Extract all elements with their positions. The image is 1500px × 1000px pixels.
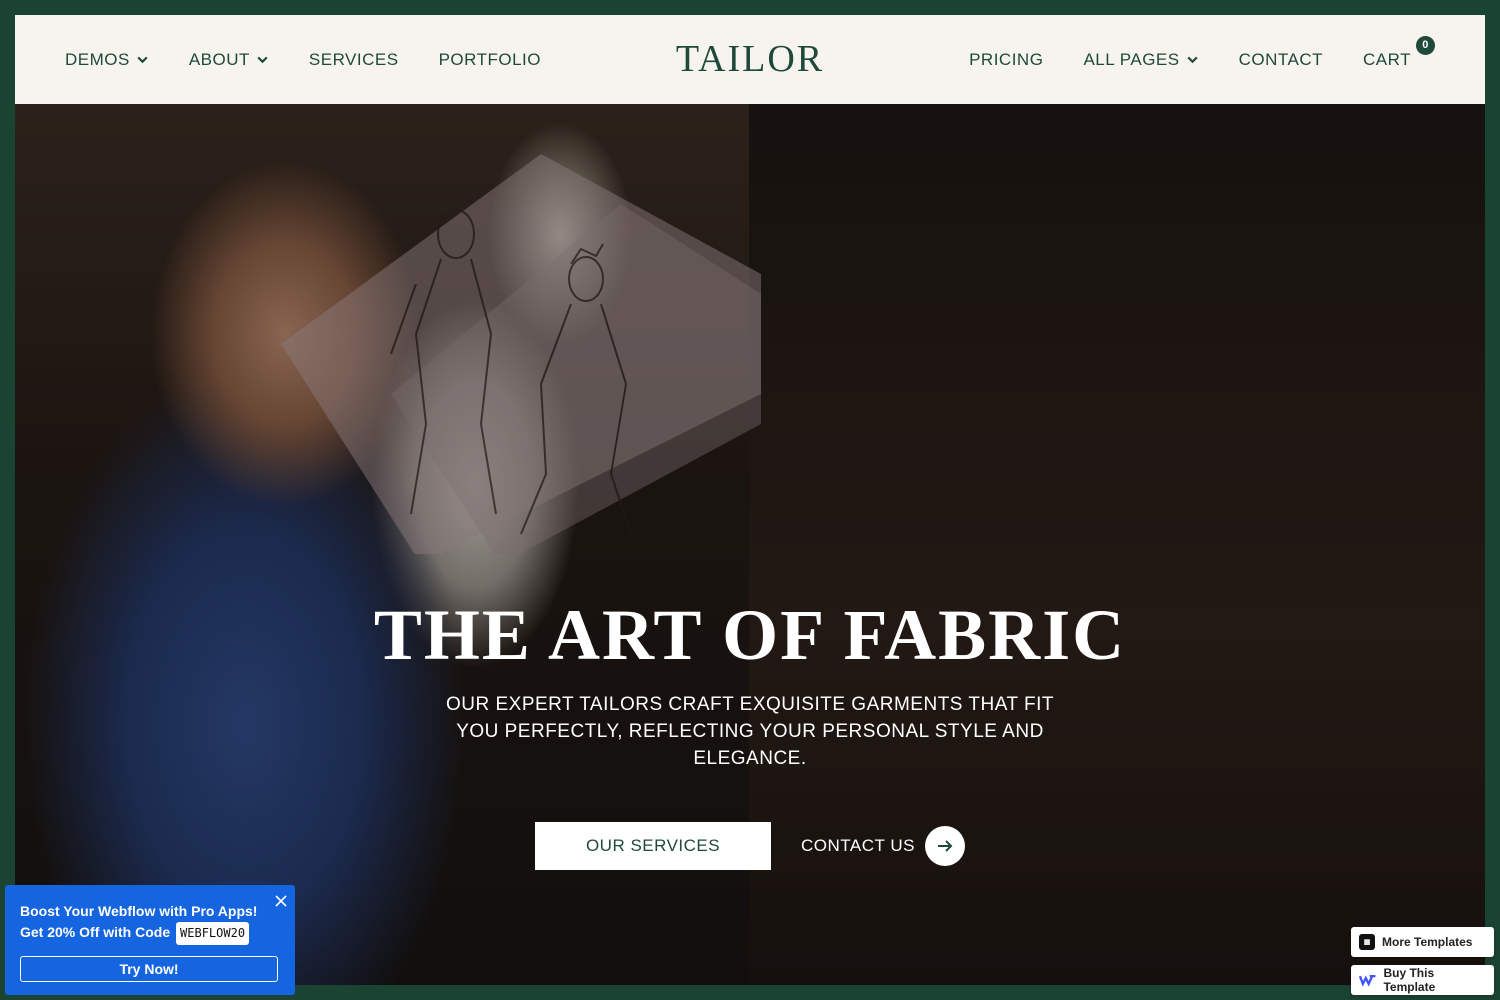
nav-item-label: PORTFOLIO	[438, 49, 542, 69]
our-services-button[interactable]: OUR SERVICES	[535, 822, 772, 870]
templates-logo-icon: ▦	[1359, 934, 1375, 950]
webflow-logo-icon	[1359, 974, 1376, 987]
buy-template-label: Buy This Template	[1383, 966, 1436, 994]
cart-button[interactable]: CART 0	[1363, 35, 1435, 70]
promo-offer-text: Get 20% Off with Code	[20, 924, 171, 940]
promo-code-badge: WEBFLOW20	[176, 922, 250, 945]
hero-content: THE ART OF FABRIC OUR EXPERT TAILORS CRA…	[15, 594, 1485, 772]
nav-item-label: SERVICES	[308, 49, 399, 69]
nav-right: PRICING ALL PAGES CONTACT CART 0	[969, 15, 1435, 104]
contact-us-button[interactable]: CONTACT US	[801, 826, 965, 866]
chevron-down-icon	[1187, 56, 1198, 64]
nav-item-pricing[interactable]: PRICING	[969, 50, 1043, 70]
nav-item-demos[interactable]: DEMOS	[65, 50, 149, 70]
nav-item-label: DEMOS	[65, 49, 130, 69]
nav-item-label: PRICING	[969, 49, 1044, 69]
nav-item-label: ALL PAGES	[1083, 49, 1180, 69]
promo-popup: Boost Your Webflow with Pro Apps! Get 20…	[5, 885, 295, 995]
cart-label: CART	[1363, 49, 1411, 69]
buy-template-button[interactable]: Buy This Template	[1351, 965, 1494, 995]
cart-count-badge: 0	[1416, 35, 1435, 55]
promo-offer: Get 20% Off with Code WEBFLOW20	[20, 922, 280, 945]
more-templates-button[interactable]: ▦ More Templates	[1351, 927, 1494, 957]
hero-subtitle: OUR EXPERT TAILORS CRAFT EXQUISITE GARME…	[445, 694, 1055, 769]
hero-title: THE ART OF FABRIC	[373, 595, 1127, 675]
contact-us-label: CONTACT US	[801, 836, 915, 855]
page-frame: DEMOS ABOUT SERVICES PORTFOLIO TAILOR PR…	[15, 15, 1485, 985]
nav-left: DEMOS ABOUT SERVICES PORTFOLIO	[65, 15, 541, 104]
close-icon[interactable]	[273, 893, 289, 909]
promo-headline: Boost Your Webflow with Pro Apps!	[20, 903, 258, 919]
hero-section: THE ART OF FABRIC OUR EXPERT TAILORS CRA…	[15, 104, 1485, 985]
nav-item-label: CONTACT	[1238, 49, 1324, 69]
site-header: DEMOS ABOUT SERVICES PORTFOLIO TAILOR PR…	[15, 15, 1485, 104]
nav-item-services[interactable]: SERVICES	[309, 50, 399, 70]
nav-item-all-pages[interactable]: ALL PAGES	[1083, 50, 1198, 70]
nav-item-contact[interactable]: CONTACT	[1239, 50, 1323, 70]
try-now-button[interactable]: Try Now!	[20, 956, 278, 982]
chevron-down-icon	[257, 56, 268, 64]
nav-item-portfolio[interactable]: PORTFOLIO	[439, 50, 541, 70]
nav-item-label: ABOUT	[188, 49, 250, 69]
chevron-down-icon	[137, 56, 148, 64]
nav-item-about[interactable]: ABOUT	[189, 50, 269, 70]
hero-cta-row: OUR SERVICES CONTACT US	[15, 822, 1485, 870]
site-logo[interactable]: TAILOR	[676, 37, 824, 81]
more-templates-label: More Templates	[1382, 935, 1473, 949]
arrow-right-icon	[924, 826, 965, 866]
